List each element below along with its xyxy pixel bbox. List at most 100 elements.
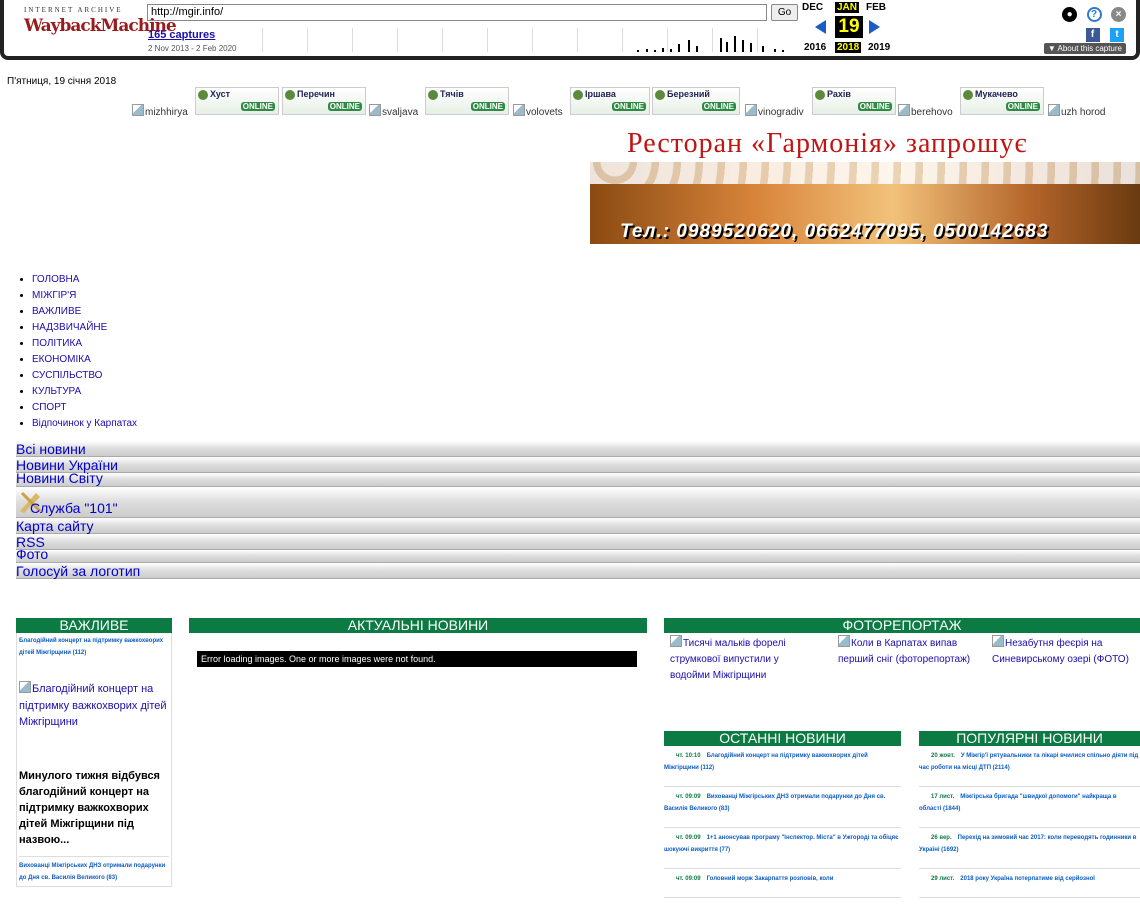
menu-link-important[interactable]: ВАЖЛИВЕ <box>32 306 81 317</box>
partner-link-vinogradiv[interactable]: vinogradiv <box>745 104 804 118</box>
news-item[interactable]: 17 лист. Міжгірська бригада "швидкої допо… <box>919 787 1140 828</box>
coat-of-arms-icon <box>815 89 825 100</box>
month-prev[interactable]: DEC <box>802 2 823 13</box>
link-sitemap[interactable]: Карта сайту <box>16 518 94 534</box>
online-badge: ONLINE <box>701 102 736 111</box>
partner-banner[interactable]: Тячів ONLINE <box>425 87 509 115</box>
year-prev[interactable]: 2016 <box>804 42 826 53</box>
month-next[interactable]: FEB <box>866 2 886 13</box>
prev-capture-arrow-icon[interactable] <box>815 20 826 34</box>
bar-world-news: Новини Світу <box>16 473 1140 487</box>
news-time: чт. 09:09 <box>676 794 701 800</box>
capture-range: 2 Nov 2013 - 2 Feb 2020 <box>148 44 237 53</box>
captures-link[interactable]: 165 captures <box>148 29 215 41</box>
menu-link-culture[interactable]: КУЛЬТУРА <box>32 386 81 397</box>
latest-news-header: ОСТАННІ НОВИНИ <box>664 731 901 746</box>
link-photo[interactable]: Фото <box>16 550 48 562</box>
menu-item: ВАЖЛИВЕ <box>32 304 137 320</box>
news-time: чт. 09:09 <box>676 876 701 882</box>
menu-link-economy[interactable]: ЕКОНОМІКА <box>32 354 91 365</box>
histogram-bar <box>688 40 690 52</box>
link-world-news[interactable]: Новини Світу <box>16 473 103 486</box>
main-menu: ГОЛОВНА МІЖГІР'Я ВАЖЛИВЕ НАДЗВИЧАЙНЕ ПОЛ… <box>16 272 137 432</box>
link-all-news[interactable]: Всі новини <box>16 441 86 457</box>
news-text: 2018 року Україна потерпатиме від серйоз… <box>960 876 1095 882</box>
news-item[interactable]: чт. 09:09 Вихованці Міжгірських ДНЗ отрим… <box>664 787 901 828</box>
partner-banner[interactable]: Березний ONLINE <box>652 87 740 115</box>
histogram-gridline <box>577 28 578 52</box>
partner-banner[interactable]: Мукачево ONLINE <box>960 87 1044 115</box>
partner-banner[interactable]: Рахів ONLINE <box>812 87 896 115</box>
broken-image-icon <box>670 638 683 649</box>
link-vote-logo[interactable]: Голосуй за логотип <box>16 563 140 579</box>
menu-item: МІЖГІР'Я <box>32 288 137 304</box>
histogram-bar <box>774 49 776 52</box>
photo-item-1-text: Тисячі мальків форелі струмкової випусти… <box>670 638 786 681</box>
bar-ukraine-news: Новини України <box>16 457 1140 473</box>
link-ukraine-news[interactable]: Новини України <box>16 457 118 473</box>
menu-link-carpathians[interactable]: Відпочинок у Карпатах <box>32 418 137 429</box>
actual-news-column: АКТУАЛЬНІ НОВИНИ Error loading images. O… <box>189 618 647 667</box>
close-icon[interactable]: × <box>1111 7 1126 22</box>
partner-name: Перечин <box>297 89 335 99</box>
url-input[interactable]: http://mgir.info/ <box>147 4 767 21</box>
link-rss[interactable]: RSS <box>16 534 45 550</box>
next-capture-arrow-icon[interactable] <box>869 20 880 34</box>
partner-link-svaljava[interactable]: svaljava <box>369 104 418 118</box>
online-badge: ONLINE <box>611 102 646 111</box>
news-item[interactable]: 20 жовт. У Міжгір'ї рятувальники та лікар… <box>919 746 1140 787</box>
partner-link-volovets[interactable]: volovets <box>513 104 563 118</box>
important-image-alt[interactable]: Благодійний концерт на підтримку важкохв… <box>19 681 169 730</box>
coat-of-arms-icon <box>963 89 973 100</box>
user-icon[interactable]: ● <box>1062 7 1078 22</box>
menu-link-home[interactable]: ГОЛОВНА <box>32 274 79 285</box>
partner-link-berehovo[interactable]: berehovo <box>898 104 953 118</box>
facebook-icon[interactable]: f <box>1085 28 1100 42</box>
photo-item-3[interactable]: Незабутня феєрія на Синевирському озері … <box>992 635 1140 668</box>
about-capture-button[interactable]: ▼ About this capture <box>1043 43 1126 54</box>
year-next[interactable]: 2019 <box>868 42 890 53</box>
partner-banner[interactable]: Хуст ONLINE <box>195 87 279 115</box>
menu-link-emergency[interactable]: НАДЗВИЧАЙНЕ <box>32 322 107 333</box>
menu-link-mizhhirya[interactable]: МІЖГІР'Я <box>32 290 76 301</box>
news-item[interactable]: чт. 09:09 1+1 анонсував програму "Інспект… <box>664 828 901 869</box>
social-icons: f t <box>1080 24 1124 42</box>
menu-link-society[interactable]: СУСПІЛЬСТВО <box>32 370 102 381</box>
news-item[interactable]: 29 лист. 2018 року Україна потерпатиме ві… <box>919 869 1140 898</box>
menu-link-sport[interactable]: СПОРТ <box>32 402 67 413</box>
news-time: чт. 09:09 <box>676 835 701 841</box>
news-text: Головний морж Закарпаття розповів, коли <box>706 876 834 882</box>
go-button[interactable]: Go <box>771 4 798 21</box>
partner-link-mizhhirya[interactable]: mizhhirya <box>132 104 188 118</box>
help-icon[interactable]: ? <box>1086 7 1102 22</box>
menu-link-politics[interactable]: ПОЛІТИКА <box>32 338 82 349</box>
news-item[interactable]: 26 вер. Перехід на зимовий час 2017: коли… <box>919 828 1140 869</box>
broken-image-icon <box>992 638 1005 649</box>
photo-item-2[interactable]: Коли в Карпатах випав перший сніг (фотор… <box>838 635 988 668</box>
bar-photo: Фото <box>16 550 1140 563</box>
twitter-icon[interactable]: t <box>1110 28 1124 42</box>
restaurant-ad-banner[interactable]: Ресторан «Гармонія» запрошує Тел.: 09895… <box>590 126 1140 244</box>
news-item[interactable]: чт. 09:09 Головний морж Закарпаття розпов… <box>664 869 901 898</box>
wayback-logo[interactable]: INTERNET ARCHIVE WaybackMachine <box>24 6 177 36</box>
histogram-gridline <box>397 28 398 52</box>
histogram-gridline <box>622 28 623 52</box>
important-link-2[interactable]: Вихованці Міжгірських ДНЗ отримали подар… <box>19 856 169 884</box>
partner-link-uzh-horod[interactable]: uzh horod <box>1048 104 1105 118</box>
menu-item: КУЛЬТУРА <box>32 384 137 400</box>
news-date: 26 вер. <box>931 835 952 841</box>
capture-histogram[interactable] <box>242 26 790 54</box>
link-service-101[interactable]: Служба "101" <box>30 500 118 516</box>
important-link-1[interactable]: Благодійний концерт на підтримку важкохв… <box>19 635 169 659</box>
partner-banner[interactable]: Перечин ONLINE <box>282 87 366 115</box>
bar-service-101: Служба "101" <box>16 487 1140 518</box>
menu-item: СУСПІЛЬСТВО <box>32 368 137 384</box>
wayback-toolbar: INTERNET ARCHIVE WaybackMachine http://m… <box>0 0 1140 60</box>
partner-banner[interactable]: Іршава ONLINE <box>570 87 650 115</box>
current-date: П'ятниця, 19 січня 2018 <box>7 76 117 87</box>
year-current: 2018 <box>835 42 862 53</box>
bar-all-news: Всі новини <box>16 441 1140 457</box>
photo-item-1[interactable]: Тисячі мальків форелі струмкової випусти… <box>670 635 820 684</box>
news-item[interactable]: чт. 10:10 Благодійний концерт на підтримк… <box>664 746 901 787</box>
menu-item: ПОЛІТИКА <box>32 336 137 352</box>
